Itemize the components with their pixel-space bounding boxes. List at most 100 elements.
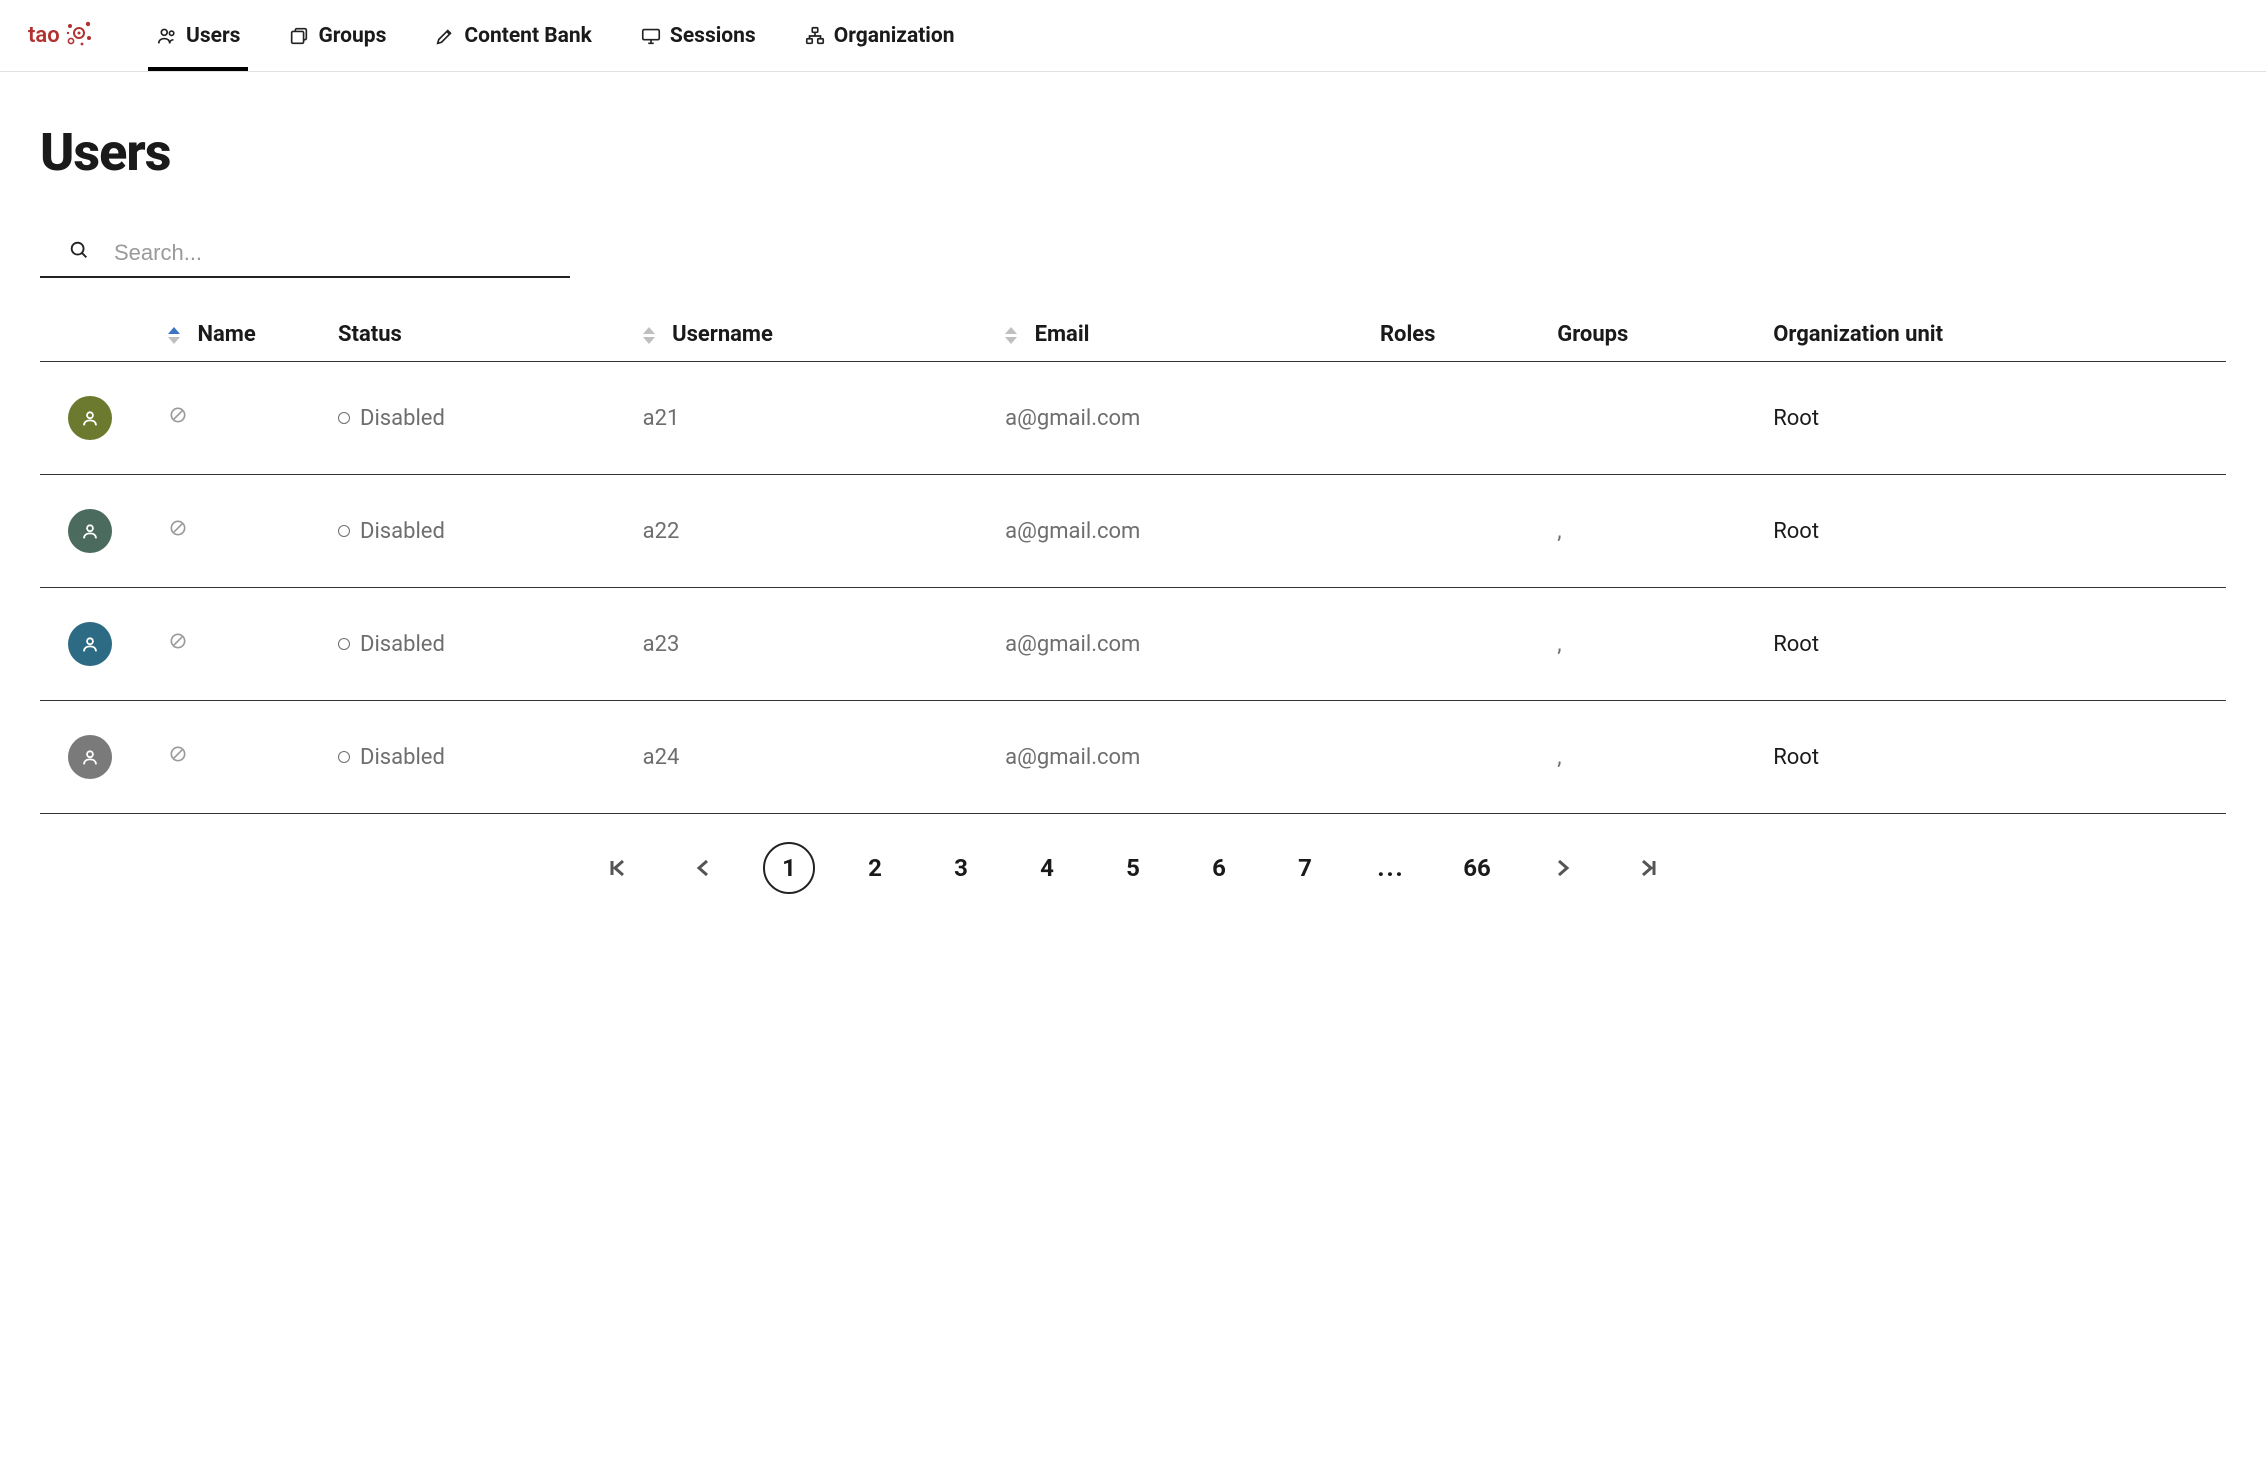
sort-icon	[168, 327, 180, 344]
table-row[interactable]: Disabled a24a@gmail.com,Root	[40, 701, 2226, 814]
page-number-5[interactable]: 5	[1107, 842, 1159, 894]
nav-label: Users	[186, 24, 240, 48]
status-cell: Disabled	[338, 632, 627, 657]
page-number-3[interactable]: 3	[935, 842, 987, 894]
nav-users[interactable]: Users	[148, 0, 248, 71]
disabled-icon	[168, 631, 188, 651]
cell-roles	[1372, 588, 1549, 701]
status-label: Disabled	[360, 745, 445, 770]
cell-username: a24	[635, 701, 998, 814]
nav-label: Sessions	[670, 24, 756, 48]
col-status: Status	[330, 306, 635, 362]
nav-organization[interactable]: Organization	[796, 0, 963, 71]
page-ellipsis: ...	[1365, 842, 1417, 894]
top-nav: tao Users Groups	[0, 0, 2266, 72]
page-last-number[interactable]: 66	[1451, 842, 1503, 894]
avatar	[68, 622, 112, 666]
pagination: 1234567 ... 66	[0, 814, 2266, 912]
cell-roles	[1372, 701, 1549, 814]
users-icon	[156, 25, 178, 47]
col-groups: Groups	[1549, 306, 1765, 362]
app-logo-text: tao	[28, 23, 60, 48]
disabled-icon	[168, 518, 188, 538]
search-field[interactable]	[40, 233, 570, 278]
page-number-4[interactable]: 4	[1021, 842, 1073, 894]
avatar	[68, 396, 112, 440]
table-row[interactable]: Disabled a23a@gmail.com,Root	[40, 588, 2226, 701]
avatar	[68, 735, 112, 779]
cell-org: Root	[1765, 588, 2226, 701]
page-number-2[interactable]: 2	[849, 842, 901, 894]
cell-email: a@gmail.com	[997, 588, 1372, 701]
cell-username: a21	[635, 362, 998, 475]
page-next-button[interactable]	[1537, 842, 1589, 894]
search-icon	[68, 239, 90, 266]
org-tree-icon	[804, 25, 826, 47]
nav-groups[interactable]: Groups	[280, 0, 394, 71]
page-prev-button[interactable]	[677, 842, 729, 894]
table-row[interactable]: Disabled a21a@gmail.com Root	[40, 362, 2226, 475]
nav-tabs: Users Groups Content Bank Sessions Organ…	[148, 0, 962, 71]
sort-icon	[1005, 327, 1017, 344]
nav-sessions[interactable]: Sessions	[632, 0, 764, 71]
cell-username: a22	[635, 475, 998, 588]
page-last-button[interactable]	[1623, 842, 1675, 894]
col-email[interactable]: Email	[997, 306, 1372, 362]
cell-username: a23	[635, 588, 998, 701]
nav-label: Groups	[318, 24, 386, 48]
cell-groups	[1549, 362, 1765, 475]
page-number-6[interactable]: 6	[1193, 842, 1245, 894]
nav-label: Content Bank	[464, 24, 592, 48]
col-label: Username	[672, 322, 773, 347]
col-roles: Roles	[1372, 306, 1549, 362]
users-table: Name Status Username Email Roles	[40, 306, 2226, 814]
status-indicator-icon	[338, 638, 350, 650]
col-label: Name	[197, 322, 255, 347]
status-cell: Disabled	[338, 406, 627, 431]
cell-roles	[1372, 475, 1549, 588]
col-name[interactable]: Name	[160, 306, 330, 362]
col-label: Status	[338, 322, 402, 347]
page-title: Users	[40, 122, 2226, 183]
logo-mark-icon	[60, 16, 96, 56]
table-header-row: Name Status Username Email Roles	[40, 306, 2226, 362]
col-label: Email	[1035, 322, 1090, 347]
cell-email: a@gmail.com	[997, 475, 1372, 588]
col-username[interactable]: Username	[635, 306, 998, 362]
monitor-icon	[640, 25, 662, 47]
status-indicator-icon	[338, 412, 350, 424]
col-label: Roles	[1380, 322, 1436, 347]
table-row[interactable]: Disableda22a@gmail.com,Root	[40, 475, 2226, 588]
cell-groups: ,	[1549, 701, 1765, 814]
status-label: Disabled	[360, 406, 445, 431]
status-label: Disabled	[360, 519, 445, 544]
cell-org: Root	[1765, 362, 2226, 475]
nav-label: Organization	[834, 24, 955, 48]
col-label: Organization unit	[1773, 322, 1943, 347]
status-cell: Disabled	[338, 519, 627, 544]
sort-icon	[643, 327, 655, 344]
cell-groups: ,	[1549, 588, 1765, 701]
cell-org: Root	[1765, 475, 2226, 588]
pencil-icon	[434, 25, 456, 47]
col-label: Groups	[1557, 322, 1628, 347]
cell-roles	[1372, 362, 1549, 475]
cell-email: a@gmail.com	[997, 362, 1372, 475]
avatar	[68, 509, 112, 553]
cell-org: Root	[1765, 701, 2226, 814]
status-label: Disabled	[360, 632, 445, 657]
status-cell: Disabled	[338, 745, 627, 770]
col-org: Organization unit	[1765, 306, 2226, 362]
page-first-button[interactable]	[591, 842, 643, 894]
search-input[interactable]	[114, 240, 566, 266]
status-indicator-icon	[338, 525, 350, 537]
page-number-7[interactable]: 7	[1279, 842, 1331, 894]
disabled-icon	[168, 744, 188, 764]
app-logo: tao	[28, 16, 128, 56]
nav-content-bank[interactable]: Content Bank	[426, 0, 600, 71]
disabled-icon	[168, 405, 188, 425]
groups-icon	[288, 25, 310, 47]
status-indicator-icon	[338, 751, 350, 763]
page-number-1[interactable]: 1	[763, 842, 815, 894]
cell-email: a@gmail.com	[997, 701, 1372, 814]
